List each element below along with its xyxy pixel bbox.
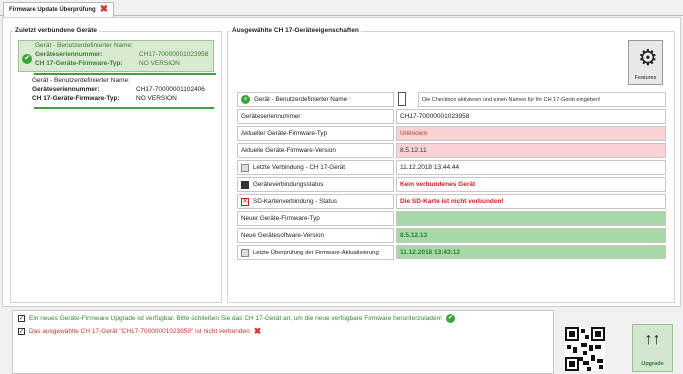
prop-value-fw-type: Unknown [396,126,666,141]
selected-underline [34,73,216,75]
device-list-item[interactable]: Gerät - Benutzerdefinierter Name: Geräte… [32,76,222,106]
device-name-label: Gerät - Benutzerdefinierter Name: [35,42,133,49]
firmware-type-value: NO VERSION [139,60,180,67]
prop-label-last-check: Letzte Überprüfung der Firmware-Aktualis… [237,245,394,260]
item-underline [34,107,214,109]
prop-label-new-sw-version: Neue Gerätesoftware-Version [237,228,394,243]
checkmark-icon: ✔ [445,314,455,323]
prop-label-fw-version: Aktuelle Geräte-Firmware-Version [237,143,394,158]
recent-devices-title: Zuletzt verbundene Geräte [13,27,99,34]
sd-card-icon: ✕ [241,197,249,206]
prop-label-text: Aktuelle Geräte-Firmware-Version [241,147,336,154]
tab-bar: Firmware Update Überprüfung ✖ [0,0,683,17]
message-checkbox[interactable]: ✓ [18,328,25,335]
prop-label-text: Letzte Verbindung - CH 17-Gerät [253,164,346,171]
prop-label-new-fw-type: Neuer Geräte-Firmware-Typ [237,211,394,226]
device-name-label: Gerät - Benutzerdefinierter Name: [32,77,130,84]
prop-value-last-connection: 11.12.2018 13:44:44 [396,160,666,175]
prop-label-fw-type: Aktueller Geräte-Firmware-Typ [237,126,394,141]
upgrade-button[interactable]: ↑↑ Upgrade [632,324,673,372]
message-text: Ein neues Geräte-Firmware Upgrade ist ve… [29,315,442,322]
prop-label-text: Geräteseriennummer [241,113,301,120]
features-button[interactable]: ⚙ Features [628,40,663,85]
prop-value-text: Kein verbundenes Gerät [400,181,476,188]
prop-value-serial: CH17-70000001023958 [396,109,666,124]
properties-title: Ausgewählte CH 17-Geräteeigenschaften [230,27,361,34]
tab-title: Firmware Update Überprüfung [9,7,96,13]
prop-value-text: Unknown [400,130,428,137]
message-text: Das ausgewählte CH 17-Gerät "CH17-700000… [29,328,250,335]
message-not-connected: ✓ Das ausgewählte CH 17-Gerät "CH17-7000… [18,326,261,337]
prop-label-text: SD-Kartenverbindung - Status [253,198,338,205]
prop-value-new-fw-type [396,211,666,226]
features-label: Features [634,75,657,81]
serial-key: Geräteseriennummer: [32,86,100,93]
prop-value-text: Die SD-Karte ist nicht verbunden! [400,198,504,205]
prop-label-text: Neue Gerätesoftware-Version [241,232,324,239]
prop-label-last-connection: Letzte Verbindung - CH 17-Gerät [237,160,394,175]
firmware-type-key: CH 17-Geräte-Firmware-Typ: [35,60,123,67]
error-icon: ✖ [253,326,262,336]
name-checkbox[interactable] [398,92,406,106]
firmware-type-value: NO VERSION [136,95,177,102]
prop-value-text: 8.5.12.13 [400,232,428,239]
prop-label-text: Geräteverbindungsstatus [253,181,324,188]
message-checkbox[interactable]: ✓ [18,315,25,322]
prop-label-text: Letzte Überprüfung der Firmware-Aktualis… [253,249,379,256]
close-icon[interactable]: ✖ [100,5,108,15]
qr-code-icon [565,327,605,371]
prop-value-last-check: 11.12.2018 13:43:12 [396,245,666,259]
prop-value-text: 11.12.2018 13:44:44 [400,164,460,171]
prop-value-text: 8.5.12.11 [400,147,427,154]
prop-label-connection-status: Geräteverbindungsstatus [237,177,394,192]
firmware-type-key: CH 17-Geräte-Firmware-Typ: [32,95,120,102]
prop-value-sd-status: Die SD-Karte ist nicht verbunden! [396,194,666,209]
calendar-icon [241,163,249,172]
serial-value: CH17-70000001102406 [136,86,205,93]
serial-key: Geräteseriennummer: [35,51,103,58]
prop-label-text: Neuer Geräte-Firmware-Typ [241,215,320,222]
prop-label-name: + Gerät - Benutzerdefinierter Name [237,92,394,107]
device-list-item[interactable]: ✔ Gerät - Benutzerdefinierter Name: Gerä… [18,40,214,72]
prop-label-sd-status: ✕ SD-Kartenverbindung - Status [237,194,394,209]
upgrade-label: Upgrade [641,361,664,367]
checkmark-icon: ✔ [22,54,32,64]
prop-value-text: 11.12.2018 13:43:12 [400,248,460,256]
name-hint-text: Die Checkbox aktivieren und einen Namen … [422,96,601,103]
prop-label-text: Gerät - Benutzerdefinierter Name [254,96,348,103]
prop-value-new-sw-version: 8.5.12.13 [396,228,666,243]
serial-value: CH17-70000001023958 [139,51,209,58]
tab-firmware-update[interactable]: Firmware Update Überprüfung ✖ [3,2,115,17]
calendar-icon [241,248,249,257]
prop-value-text: CH17-70000001023958 [400,113,470,120]
upload-arrows-icon: ↑↑ [644,331,661,348]
prop-label-text: Aktueller Geräte-Firmware-Typ [241,130,328,137]
prop-value-fw-version: 8.5.12.11 [396,143,666,158]
gear-icon: ⚙ [638,45,658,70]
prop-value-connection-status: Kein verbundenes Gerät [396,177,666,192]
name-hint[interactable]: Die Checkbox aktivieren und einen Namen … [418,92,666,107]
message-upgrade-available: ✓ Ein neues Geräte-Firmware Upgrade ist … [18,314,455,323]
prop-label-serial: Geräteseriennummer [237,109,394,124]
device-icon [241,180,249,189]
add-icon: + [241,95,250,104]
